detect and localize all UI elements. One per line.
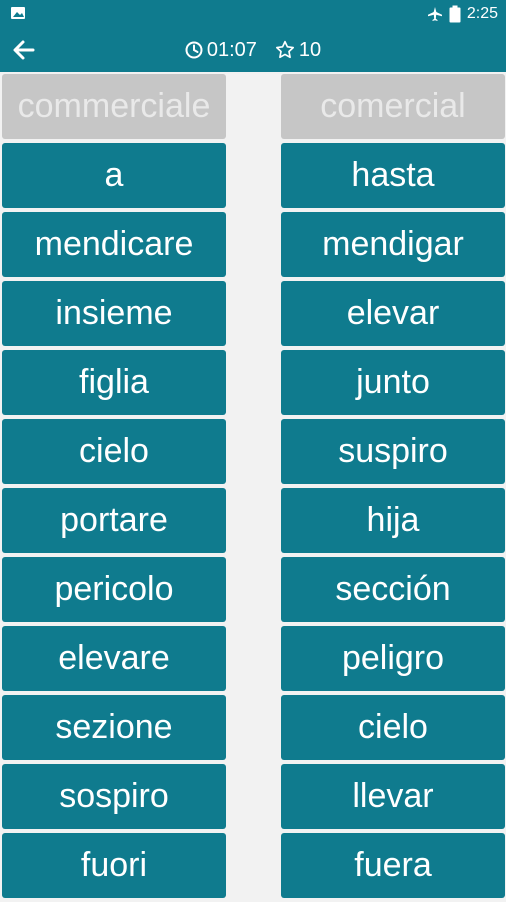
word-tile[interactable]: a <box>2 143 226 208</box>
word-tile[interactable]: mendigar <box>281 212 505 277</box>
timer-text: 01:07 <box>206 38 257 61</box>
game-metrics: 01:07 10 <box>0 28 506 72</box>
word-tile[interactable]: sospiro <box>2 764 226 829</box>
word-tile[interactable]: peligro <box>281 626 505 691</box>
word-tile[interactable]: suspiro <box>281 419 505 484</box>
word-tile[interactable]: insieme <box>2 281 226 346</box>
word-tile[interactable]: elevar <box>281 281 505 346</box>
word-tile[interactable]: sezione <box>2 695 226 760</box>
status-time: 2:25 <box>466 5 498 22</box>
completed-word-tile: commerciale <box>2 74 226 139</box>
battery-icon <box>449 5 461 23</box>
word-match-grid: commerciale a mendicare insieme figlia c… <box>0 72 506 900</box>
word-tile[interactable]: figlia <box>2 350 226 415</box>
status-icons: 2:25 <box>427 3 498 25</box>
word-tile[interactable]: llevar <box>281 764 505 829</box>
status-bar: 2:25 <box>0 0 506 28</box>
word-tile[interactable]: portare <box>2 488 226 553</box>
airplane-mode-icon <box>427 6 443 22</box>
word-tile[interactable]: fuori <box>2 833 226 898</box>
stars-count: 10 <box>298 38 322 61</box>
word-tile[interactable]: fuera <box>281 833 505 898</box>
stars-counter: 10 <box>275 39 321 62</box>
word-tile[interactable]: hasta <box>281 143 505 208</box>
word-tile[interactable]: pericolo <box>2 557 226 622</box>
italian-column: commerciale a mendicare insieme figlia c… <box>2 74 226 902</box>
word-tile[interactable]: cielo <box>281 695 505 760</box>
word-tile[interactable]: mendicare <box>2 212 226 277</box>
word-tile[interactable]: cielo <box>2 419 226 484</box>
clock-icon <box>185 41 203 59</box>
spanish-column: comercial hasta mendigar elevar junto su… <box>281 74 505 902</box>
word-tile[interactable]: sección <box>281 557 505 622</box>
completed-word-tile: comercial <box>281 74 505 139</box>
word-tile[interactable]: junto <box>281 350 505 415</box>
timer: 01:07 <box>185 39 257 62</box>
image-icon <box>10 5 26 21</box>
word-tile[interactable]: elevare <box>2 626 226 691</box>
word-tile[interactable]: hija <box>281 488 505 553</box>
app-bar: 01:07 10 <box>0 28 506 72</box>
star-outline-icon <box>275 40 295 60</box>
